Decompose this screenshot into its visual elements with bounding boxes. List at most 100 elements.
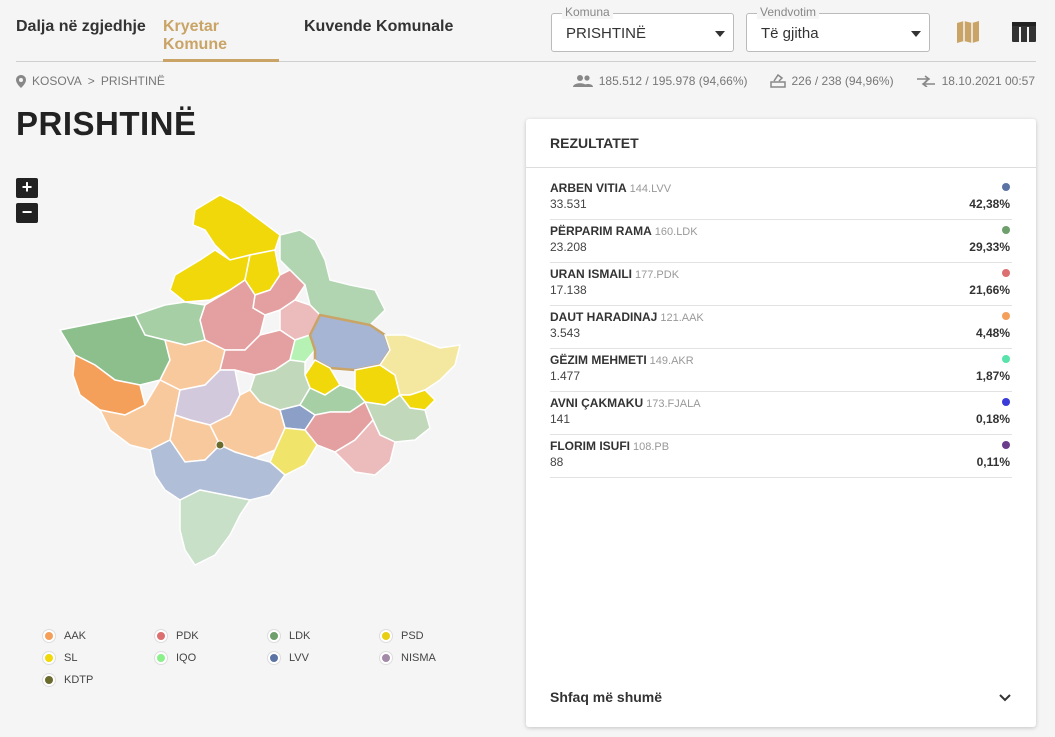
result-row[interactable]: AVNI ÇAKMAKU 173.FJALA 141 0,18% <box>550 392 1012 435</box>
candidate-votes: 33.531 <box>550 197 587 211</box>
komuna-label: Komuna <box>562 5 613 19</box>
candidate-name: URAN ISMAILI 177.PDK <box>550 267 680 281</box>
legend-dot <box>155 630 167 642</box>
top-nav: Dalja në zgjedhje Kryetar Komune Kuvende… <box>16 0 1036 62</box>
candidate-percent: 4,48% <box>975 326 1010 340</box>
candidate-votes: 23.208 <box>550 240 587 254</box>
candidate-code: 108.PB <box>633 441 670 453</box>
candidate-percent: 29,33% <box>969 240 1010 254</box>
candidate-code: 121.AAK <box>660 312 704 324</box>
candidate-name: ARBEN VITIA 144.LVV <box>550 181 672 195</box>
breadcrumb-root[interactable]: KOSOVA <box>32 74 82 88</box>
breadcrumb-current: PRISHTINË <box>100 74 165 88</box>
candidate-percent: 0,11% <box>976 455 1010 469</box>
caret-down-icon <box>911 31 921 37</box>
candidate-votes: 1.477 <box>550 369 581 383</box>
party-color-dot <box>1002 355 1010 363</box>
people-icon <box>572 75 593 87</box>
party-color-dot <box>1002 398 1010 406</box>
map-region-mamushe[interactable] <box>215 440 225 450</box>
legend-label: AAK <box>64 630 87 642</box>
swap-arrows-icon <box>916 75 935 87</box>
kosovo-map[interactable] <box>55 190 475 575</box>
legend-dot <box>43 652 55 664</box>
vendvotim-select[interactable]: Vendvotim Të gjitha <box>746 5 930 52</box>
candidate-code: 160.LDK <box>654 226 698 238</box>
legend-item-kdtp: KDTP <box>43 674 93 686</box>
candidate-votes: 3.543 <box>550 326 581 340</box>
zoom-in-button[interactable]: + <box>16 178 38 198</box>
stats-bar: 185.512 / 195.978 (94,66%) 226 / 238 (94… <box>572 74 1035 88</box>
legend-item-psd: PSD <box>380 630 424 642</box>
table-view-icon[interactable] <box>1010 18 1038 46</box>
result-row[interactable]: URAN ISMAILI 177.PDK 17.138 21,66% <box>550 263 1012 306</box>
stations-count: 226 / 238 (94,96%) <box>791 74 894 88</box>
candidate-percent: 42,38% <box>969 197 1010 211</box>
caret-down-icon <box>715 31 725 37</box>
legend-dot <box>268 630 280 642</box>
vendvotim-value: Të gjitha <box>761 25 819 42</box>
legend-item-iqo: IQO <box>155 652 196 664</box>
legend-item-aak: AAK <box>43 630 86 642</box>
legend-dot <box>380 652 392 664</box>
legend-item-lvv: LVV <box>268 652 309 664</box>
chevron-down-icon[interactable] <box>998 691 1012 705</box>
show-more-button[interactable]: Shfaq më shumë <box>550 689 662 705</box>
tab-kryetar-komune[interactable]: Kryetar Komune <box>163 18 279 62</box>
candidate-percent: 1,87% <box>975 369 1010 383</box>
result-row[interactable]: PËRPARIM RAMA 160.LDK 23.208 29,33% <box>550 220 1012 263</box>
tab-kuvende-komunale[interactable]: Kuvende Komunale <box>304 18 453 62</box>
legend-item-sl: SL <box>43 652 77 664</box>
location-pin-icon <box>16 74 26 88</box>
party-color-dot <box>1002 441 1010 449</box>
legend-dot <box>43 630 55 642</box>
legend-dot <box>380 630 392 642</box>
party-color-dot <box>1002 312 1010 320</box>
candidate-code: 173.FJALA <box>646 398 701 410</box>
zoom-out-button[interactable]: − <box>16 203 38 223</box>
breadcrumb-separator: > <box>87 74 95 88</box>
map-region-prishtine[interactable] <box>308 313 392 372</box>
candidate-votes: 88 <box>550 455 564 469</box>
tab-dalja[interactable]: Dalja në zgjedhje <box>16 18 146 62</box>
legend-label: IQO <box>176 652 197 664</box>
candidate-percent: 21,66% <box>969 283 1010 297</box>
party-color-dot <box>1002 183 1010 191</box>
map-view-icon[interactable] <box>954 18 982 46</box>
legend-label: LVV <box>289 652 309 664</box>
candidate-name: FLORIM ISUFI 108.PB <box>550 439 670 453</box>
party-color-dot <box>1002 226 1010 234</box>
candidate-code: 144.LVV <box>629 183 672 195</box>
result-row[interactable]: GËZIM MEHMETI 149.AKR 1.477 1,87% <box>550 349 1012 392</box>
result-row[interactable]: DAUT HARADINAJ 121.AAK 3.543 4,48% <box>550 306 1012 349</box>
page-title: PRISHTINË <box>16 105 197 142</box>
legend-label: SL <box>64 652 78 664</box>
legend-dot <box>155 652 167 664</box>
map-region-dragash[interactable] <box>179 489 252 566</box>
candidate-name: GËZIM MEHMETI 149.AKR <box>550 353 694 367</box>
candidate-code: 177.PDK <box>635 269 680 281</box>
result-row[interactable]: FLORIM ISUFI 108.PB 88 0,11% <box>550 435 1012 478</box>
legend-item-pdk: PDK <box>155 630 199 642</box>
last-updated: 18.10.2021 00:57 <box>941 74 1035 88</box>
map-region-leposaviq[interactable] <box>192 194 281 261</box>
legend-item-ldk: LDK <box>268 630 310 642</box>
komuna-select[interactable]: Komuna PRISHTINË <box>551 5 734 52</box>
ballot-box-icon <box>769 74 786 88</box>
legend-item-nisma: NISMA <box>380 652 436 664</box>
results-title: REZULTATET <box>526 119 1036 168</box>
result-row[interactable]: ARBEN VITIA 144.LVV 33.531 42,38% <box>550 177 1012 220</box>
party-color-dot <box>1002 269 1010 277</box>
komuna-value: PRISHTINË <box>566 25 647 42</box>
legend-label: NISMA <box>401 652 436 664</box>
candidate-name: DAUT HARADINAJ 121.AAK <box>550 310 704 324</box>
results-panel: REZULTATET ARBEN VITIA 144.LVV 33.531 42,… <box>526 119 1036 727</box>
legend-label: LDK <box>289 630 311 642</box>
legend-label: PSD <box>401 630 424 642</box>
candidate-code: 149.AKR <box>649 355 694 367</box>
vendvotim-label: Vendvotim <box>757 5 820 19</box>
candidate-percent: 0,18% <box>975 412 1010 426</box>
candidate-name: AVNI ÇAKMAKU 173.FJALA <box>550 396 701 410</box>
breadcrumb: KOSOVA > PRISHTINË <box>16 74 165 88</box>
voters-count: 185.512 / 195.978 (94,66%) <box>598 74 748 88</box>
